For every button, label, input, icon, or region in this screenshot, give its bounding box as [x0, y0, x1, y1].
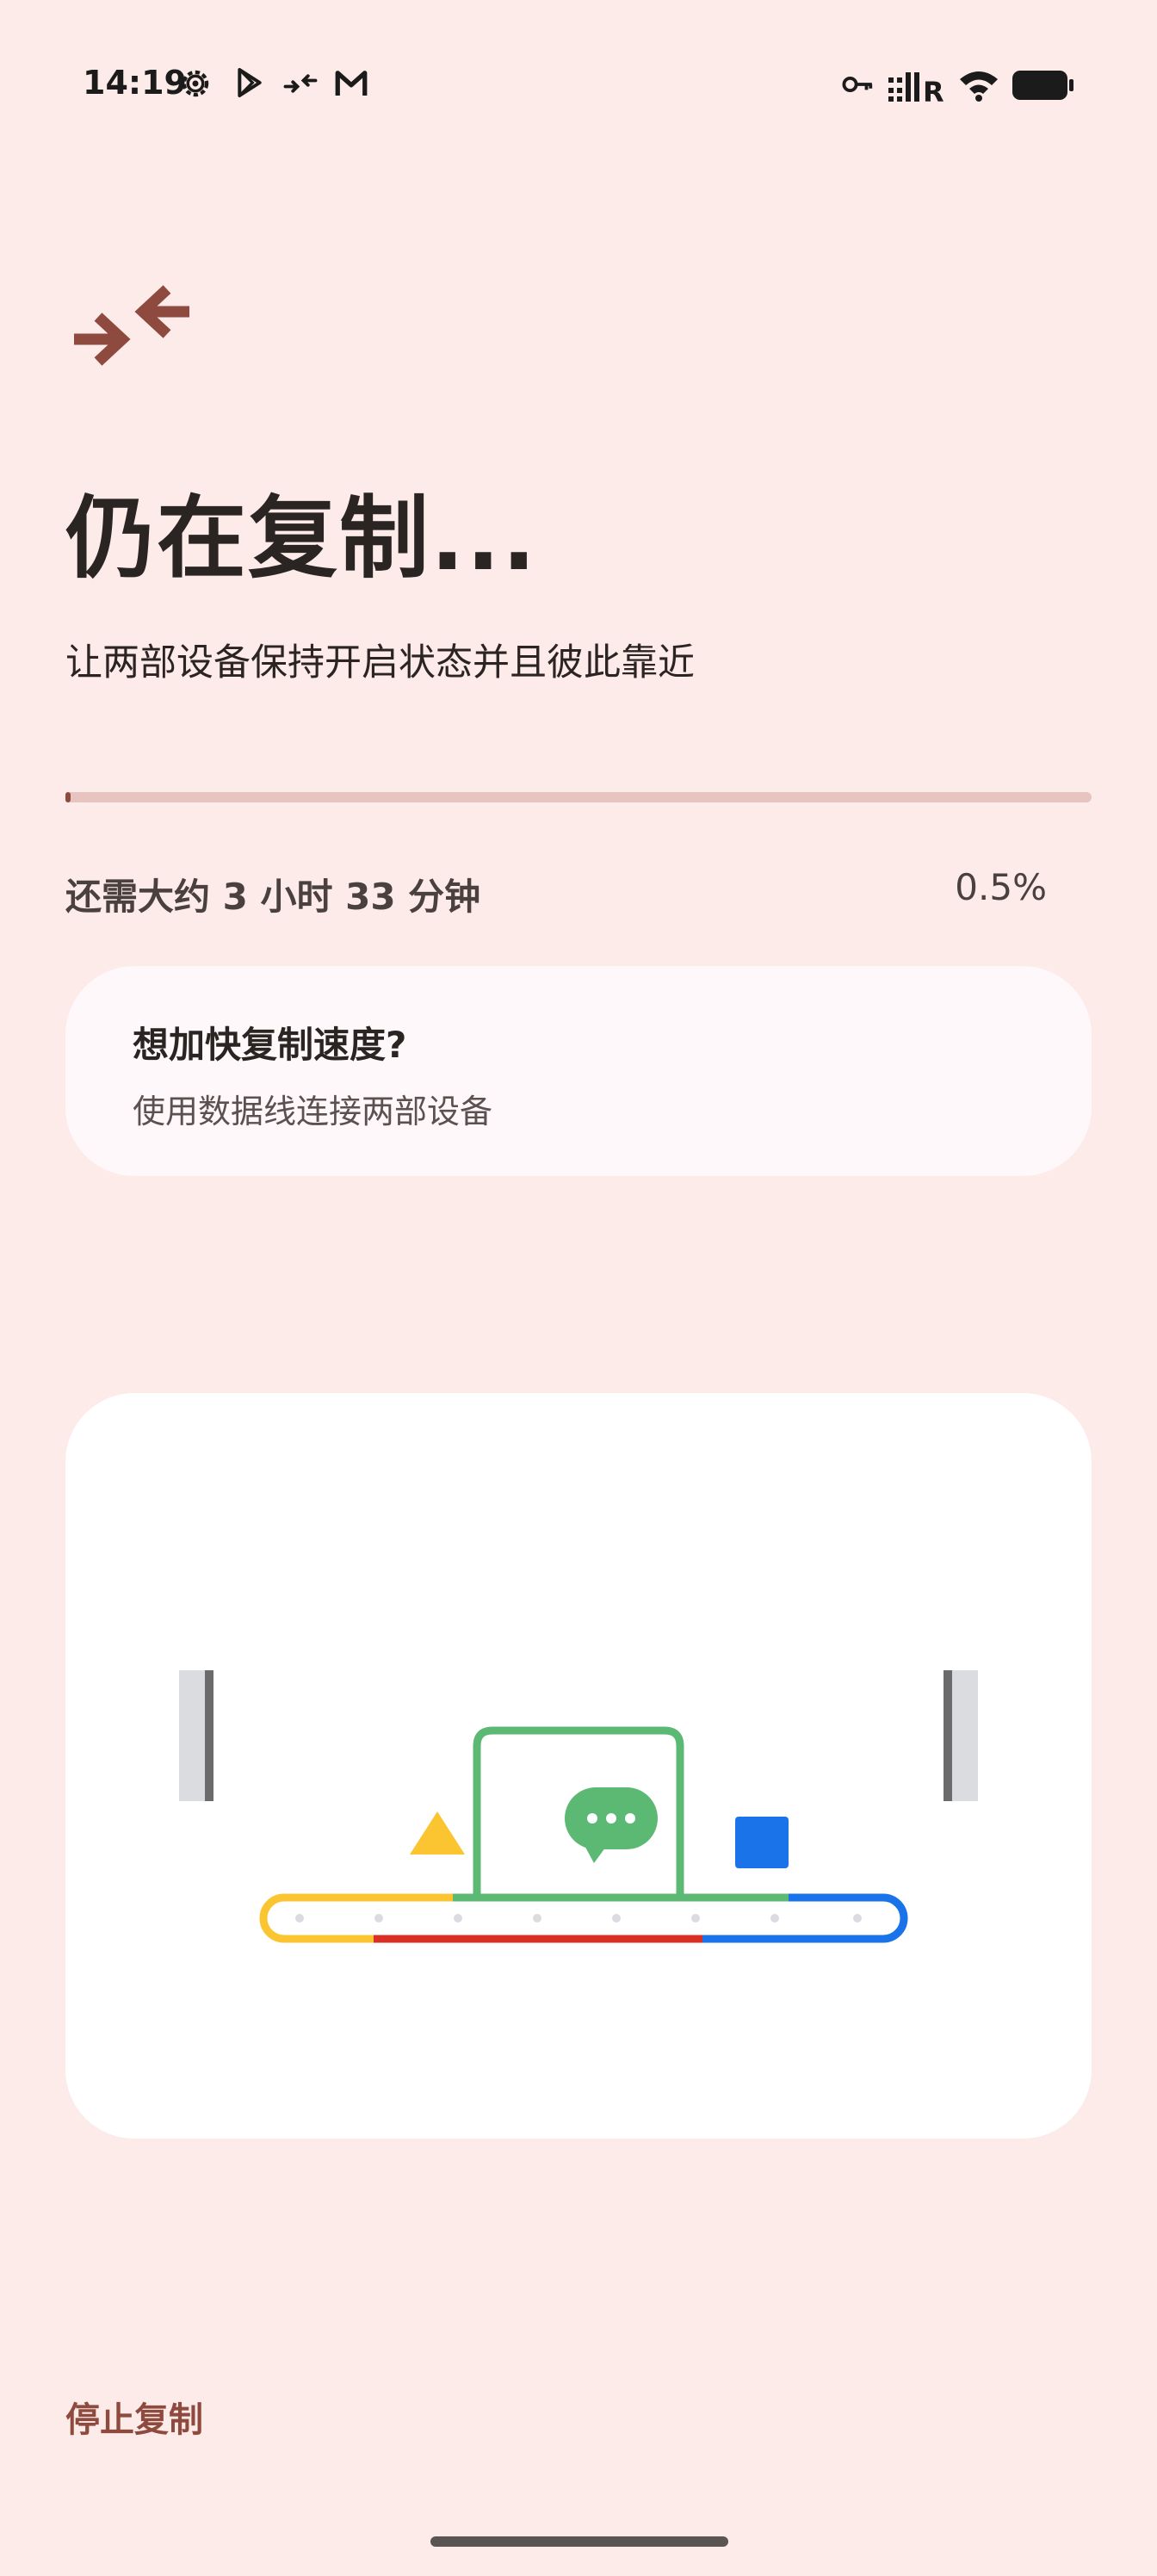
- play-store-icon: [238, 68, 262, 97]
- signal-icon: R: [888, 72, 944, 103]
- square-shape-icon: [735, 1817, 789, 1868]
- status-time: 14:19: [83, 64, 187, 102]
- speed-up-title: 想加快复制速度?: [133, 1024, 407, 1066]
- settings-icon: [182, 70, 209, 97]
- stop-copy-button[interactable]: 停止复制: [65, 2392, 203, 2442]
- illustration-card: [65, 1393, 1092, 2139]
- triangle-shape-icon: [410, 1811, 465, 1855]
- right-device-icon: [944, 1670, 978, 1801]
- status-bar: 14:19 R: [0, 0, 1157, 172]
- data-transfer-icon: [74, 285, 189, 366]
- vpn-key-icon: [842, 76, 873, 93]
- conveyor-transfer-illustration: [179, 1670, 978, 1943]
- left-device-icon: [179, 1670, 213, 1801]
- gesture-home-bar[interactable]: [430, 2536, 728, 2547]
- conveyor-belt: [259, 1893, 908, 1943]
- speed-up-subtitle: 使用数据线连接两部设备: [133, 1093, 493, 1130]
- gmail-icon: [335, 71, 368, 96]
- chat-bubble-icon: [565, 1787, 658, 1863]
- copy-progress-bar: [65, 792, 1092, 802]
- nearby-share-icon: [283, 74, 318, 93]
- time-remaining: 还需大约 3 小时 33 分钟: [65, 876, 481, 918]
- page-subtitle: 让两部设备保持开启状态并且彼此靠近: [65, 641, 695, 684]
- wifi-icon: [960, 71, 998, 102]
- svg-text:R: R: [923, 76, 944, 103]
- battery-icon: [1012, 71, 1073, 100]
- copy-progress-fill: [65, 792, 71, 802]
- speed-up-card[interactable]: 想加快复制速度? 使用数据线连接两部设备: [65, 966, 1092, 1176]
- progress-percent: 0.5%: [955, 866, 1047, 908]
- page-title: 仍在复制...: [65, 486, 538, 591]
